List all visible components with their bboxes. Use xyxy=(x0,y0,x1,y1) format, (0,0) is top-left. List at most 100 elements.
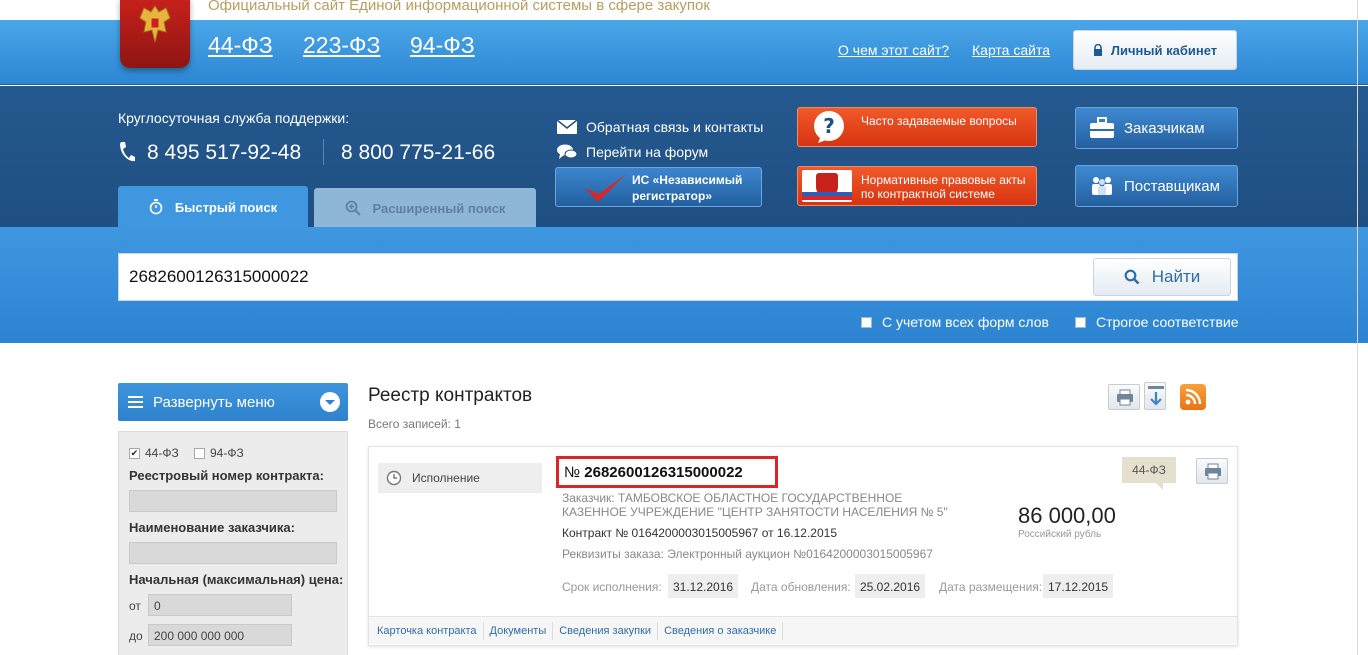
about-link[interactable]: О чем этот сайт? xyxy=(838,42,949,58)
strict-label: Строгое соответствие xyxy=(1096,314,1239,330)
all-forms-checkbox[interactable] xyxy=(861,316,872,328)
contract-details: Контракт № 0164200003015005967 от 16.12.… xyxy=(562,526,837,540)
filter-44-fz[interactable]: ✔ 44-ФЗ xyxy=(129,446,179,460)
rss-button[interactable] xyxy=(1180,384,1206,410)
link-documents[interactable]: Документы xyxy=(484,621,554,640)
price-from-field[interactable]: 0 xyxy=(148,594,292,616)
tab-advanced-search[interactable]: Расширенный поиск xyxy=(314,188,536,228)
filter-94-label: 94-ФЗ xyxy=(210,446,244,460)
contract-currency: Российский рубль xyxy=(1018,529,1102,540)
link-contract-card[interactable]: Карточка контракта xyxy=(371,621,484,640)
cabinet-button-label: Личный кабинет xyxy=(1110,42,1218,58)
all-forms-label: С учетом всех форм слов xyxy=(882,314,1049,330)
total-records: Всего записей: 1 xyxy=(368,417,461,431)
contract-number-value: 2682600126315000022 xyxy=(584,464,743,481)
svg-text:?: ? xyxy=(823,114,835,138)
clock-icon xyxy=(386,470,402,486)
printer-icon xyxy=(1117,389,1133,406)
chevron-down-icon xyxy=(320,392,340,412)
card-links: Карточка контракта Документы Сведения за… xyxy=(369,616,1237,644)
search-icon xyxy=(1124,269,1140,285)
download-icon xyxy=(1148,386,1164,406)
option-strict[interactable]: Строгое соответствие xyxy=(1075,314,1239,330)
legal-acts-button[interactable]: Нормативные правовые акты по контрактной… xyxy=(797,166,1037,206)
link-customer-info[interactable]: Сведения о заказчике xyxy=(658,621,784,640)
exec-date-label: Срок исполнения: xyxy=(562,580,662,594)
card-print-button[interactable] xyxy=(1196,458,1228,484)
site-title: Официальный сайт Единой информационной с… xyxy=(208,0,710,14)
support-phone-1: 8 495 517-92-48 xyxy=(147,141,302,164)
emblem-logo[interactable] xyxy=(120,0,190,68)
law-link-44[interactable]: 44-ФЗ xyxy=(208,32,273,59)
stopwatch-icon xyxy=(149,199,163,215)
exec-date-value: 31.12.2016 xyxy=(668,574,739,598)
hamburger-icon xyxy=(128,396,143,408)
option-all-forms[interactable]: С учетом всех форм слов xyxy=(861,314,1049,330)
legal-acts-label: Нормативные правовые акты по контрактной… xyxy=(861,173,1026,201)
support-label: Круглосуточная служба поддержки: xyxy=(118,110,350,126)
registry-number-field[interactable] xyxy=(129,490,337,512)
page-edge-divider xyxy=(1357,0,1358,655)
filter-44-checkbox[interactable]: ✔ xyxy=(129,447,140,459)
customer-name-field[interactable] xyxy=(129,542,337,564)
search-button[interactable]: Найти xyxy=(1093,258,1231,296)
chat-bubbles-icon xyxy=(557,144,577,159)
sitemap-link[interactable]: Карта сайта xyxy=(972,42,1050,58)
faq-button[interactable]: ? Часто задаваемые вопросы xyxy=(797,107,1037,147)
filter-94-checkbox[interactable] xyxy=(194,447,205,459)
rss-icon xyxy=(1185,388,1202,405)
filter-94-fz[interactable]: 94-ФЗ xyxy=(194,446,244,460)
law-badge-tail xyxy=(1155,482,1163,490)
law-link-223[interactable]: 223-ФЗ xyxy=(303,32,380,59)
suppliers-button[interactable]: Поставщикам xyxy=(1075,165,1238,207)
printer-icon xyxy=(1205,463,1221,480)
feedback-label: Обратная связь и контакты xyxy=(586,119,764,135)
forum-label: Перейти на форум xyxy=(586,144,709,160)
customers-button[interactable]: Заказчикам xyxy=(1075,107,1238,149)
checkmark-icon xyxy=(585,174,626,202)
update-date-label: Дата обновления: xyxy=(751,580,851,594)
zoom-in-icon xyxy=(345,200,361,216)
expand-menu-button[interactable]: Развернуть меню xyxy=(118,383,348,421)
status-badge: Исполнение xyxy=(378,463,542,493)
registrator-label: ИС «Независимый регистратор» xyxy=(632,173,743,203)
briefcase-icon xyxy=(1090,117,1114,138)
search-button-label: Найти xyxy=(1151,267,1201,286)
envelope-icon xyxy=(557,120,577,134)
lock-icon xyxy=(1093,44,1102,56)
cabinet-button[interactable]: Личный кабинет xyxy=(1073,30,1237,70)
print-button[interactable] xyxy=(1108,384,1140,410)
law-badge: 44-ФЗ xyxy=(1122,457,1176,483)
price-label: Начальная (максимальная) цена: xyxy=(129,572,344,587)
order-requisites: Реквизиты заказа: Электронный аукцион №0… xyxy=(562,547,933,561)
customer-name-label: Наименование заказчика: xyxy=(129,520,295,535)
question-icon: ? xyxy=(814,111,844,143)
tab-advanced-label: Расширенный поиск xyxy=(372,200,506,216)
coat-of-arms-icon xyxy=(802,170,852,202)
registry-number-label: Реестровый номер контракта: xyxy=(129,468,324,483)
phone-icon xyxy=(120,142,135,162)
eagle-icon xyxy=(139,5,171,43)
publish-date-label: Дата размещения: xyxy=(939,580,1043,594)
tab-quick-label: Быстрый поиск xyxy=(174,199,278,215)
people-icon xyxy=(1092,177,1112,195)
price-to-label: до xyxy=(129,629,143,643)
tab-quick-search[interactable]: Быстрый поиск xyxy=(118,186,308,228)
link-purchase-info[interactable]: Сведения закупки xyxy=(553,621,659,640)
suppliers-label: Поставщикам xyxy=(1124,177,1220,195)
contract-number[interactable]: № 2682600126315000022 xyxy=(556,456,778,488)
page-title: Реестр контрактов xyxy=(368,385,533,406)
update-date-value: 25.02.2016 xyxy=(855,574,926,598)
price-to-field[interactable]: 200 000 000 000 xyxy=(148,624,292,646)
contract-price: 86 000,00 xyxy=(1018,503,1116,528)
law-link-94[interactable]: 94-ФЗ xyxy=(410,32,475,59)
download-button[interactable] xyxy=(1144,382,1166,410)
publish-date-value: 17.12.2015 xyxy=(1043,574,1114,598)
feedback-link[interactable]: Обратная связь и контакты xyxy=(557,119,763,135)
strict-checkbox[interactable] xyxy=(1075,316,1086,328)
filter-44-label: 44-ФЗ xyxy=(145,446,179,460)
contract-number-prefix: № xyxy=(564,464,581,481)
registrator-button[interactable]: ИС «Независимый регистратор» xyxy=(555,167,762,207)
search-input[interactable] xyxy=(118,253,1238,301)
forum-link[interactable]: Перейти на форум xyxy=(557,144,708,160)
